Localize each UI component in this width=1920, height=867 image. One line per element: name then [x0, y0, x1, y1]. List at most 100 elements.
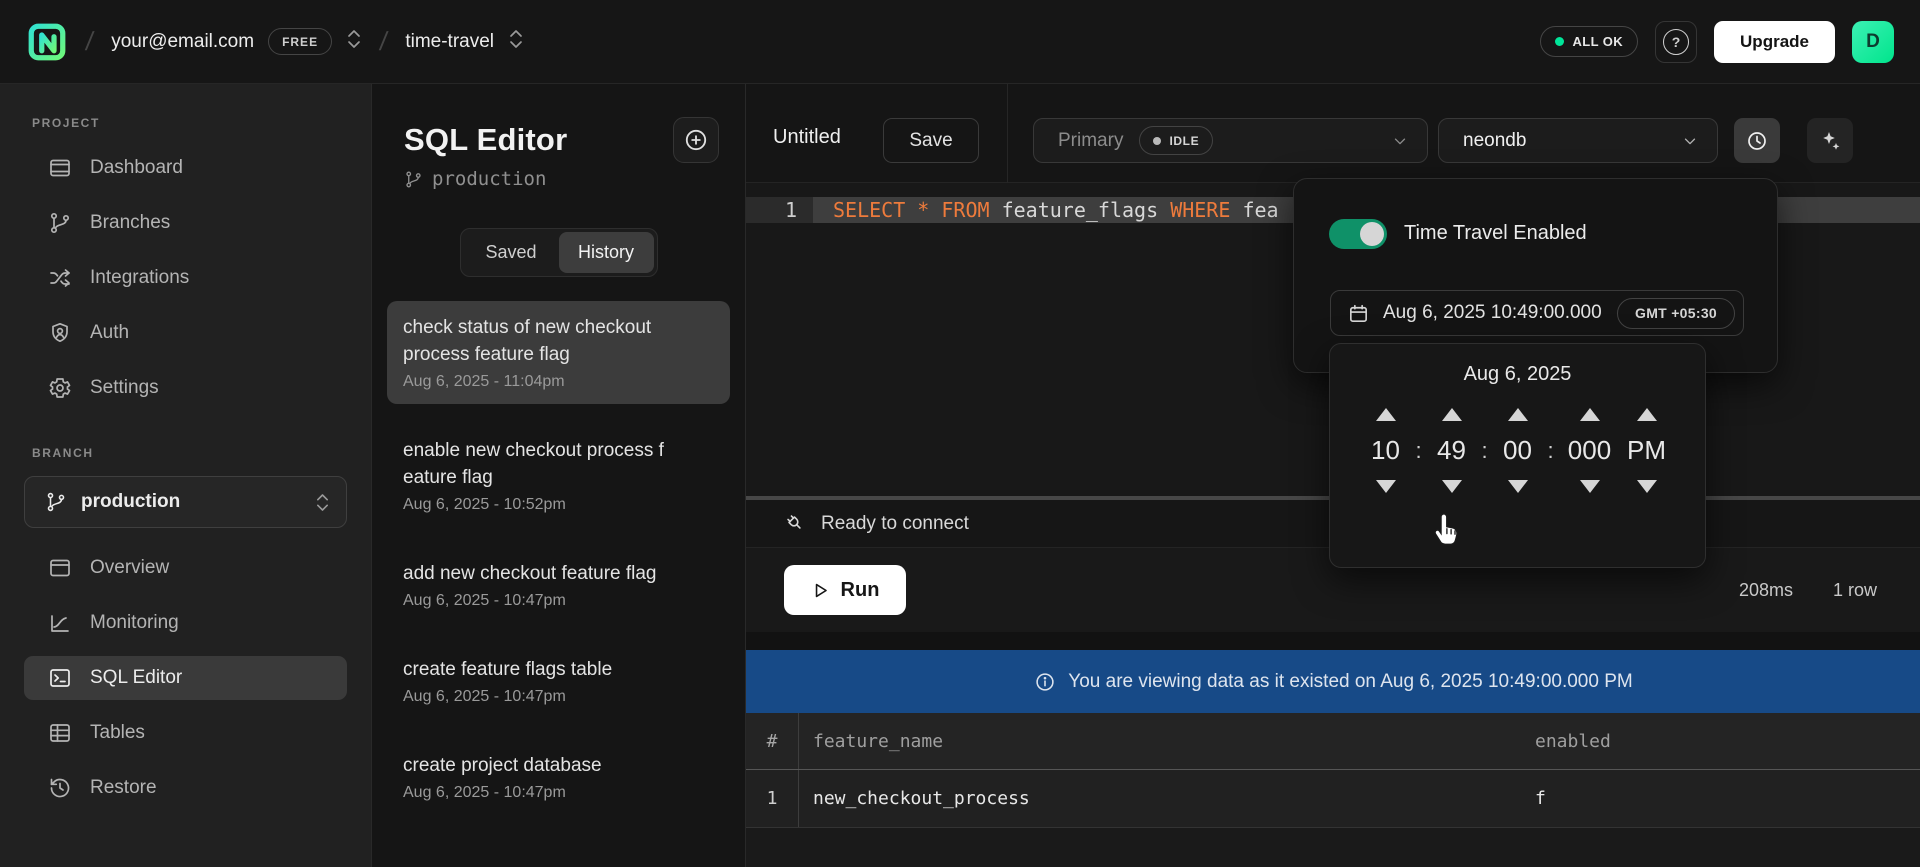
cell-enabled: f [1521, 788, 1920, 809]
code-token: fea [1230, 198, 1278, 222]
mouse-cursor-icon [1428, 510, 1464, 555]
new-query-button[interactable] [673, 117, 719, 163]
sidebar-item-integrations[interactable]: Integrations [24, 256, 347, 300]
sidebar-item-sql-editor[interactable]: SQL Editor [24, 656, 347, 700]
plus-circle-icon [683, 127, 709, 153]
run-button[interactable]: Run [784, 565, 906, 615]
compute-name: Primary [1058, 130, 1123, 152]
breadcrumb-separator: / [378, 26, 390, 57]
compute-select[interactable]: Primary IDLE [1033, 118, 1428, 163]
sidebar-item-branches[interactable]: Branches [24, 201, 347, 245]
sidebar-item-label: Tables [90, 722, 145, 744]
saved-history-tabs: Saved History [460, 228, 658, 277]
code-token: * [917, 198, 929, 222]
clock-history-icon [1745, 129, 1769, 153]
sidebar-item-label: Restore [90, 777, 157, 799]
hour-decrement-arrow-icon[interactable] [1376, 480, 1396, 493]
history-list: check status of new checkout process fea… [387, 301, 730, 815]
code-token [929, 198, 941, 222]
sidebar-item-restore[interactable]: Restore [24, 766, 347, 810]
code-token: FROM [941, 198, 989, 222]
sidebar-item-dashboard[interactable]: Dashboard [24, 146, 347, 190]
database-select[interactable]: neondb [1438, 118, 1718, 163]
panel-branch: production [404, 168, 730, 190]
millisecond-value[interactable]: 000 [1561, 435, 1619, 466]
sparkles-icon [1818, 129, 1842, 153]
meridiem-value[interactable]: PM [1621, 435, 1673, 466]
run-button-label: Run [841, 579, 880, 602]
breadcrumb-separator: / [84, 26, 96, 57]
query-tab-title[interactable]: Untitled [773, 126, 841, 149]
minute-decrement-arrow-icon[interactable] [1442, 480, 1462, 493]
minute-increment-arrow-icon[interactable] [1442, 408, 1462, 421]
panel-branch-label: production [432, 168, 546, 190]
minute-value[interactable]: 49 [1429, 435, 1475, 466]
time-travel-button[interactable] [1734, 118, 1780, 163]
main-area: Untitled Save Primary IDLE neondb [745, 84, 1920, 867]
play-icon [811, 581, 830, 600]
chevron-updown-icon[interactable] [346, 28, 362, 55]
second-increment-arrow-icon[interactable] [1508, 408, 1528, 421]
sidebar-item-settings[interactable]: Settings [24, 366, 347, 410]
sidebar-item-tables[interactable]: Tables [24, 711, 347, 755]
meridiem-increment-arrow-icon[interactable] [1637, 408, 1657, 421]
connection-status-text: Ready to connect [821, 513, 969, 535]
second-decrement-arrow-icon[interactable] [1508, 480, 1528, 493]
toggle-knob [1360, 222, 1384, 246]
millisecond-increment-arrow-icon[interactable] [1580, 408, 1600, 421]
info-icon [1034, 671, 1056, 693]
tab-saved[interactable]: Saved [464, 232, 559, 273]
help-button[interactable]: ? [1655, 21, 1697, 63]
chevron-down-icon [1391, 132, 1409, 150]
branch-icon [45, 491, 67, 513]
code-token: SELECT [833, 198, 905, 222]
upgrade-button[interactable]: Upgrade [1714, 21, 1835, 63]
hour-increment-arrow-icon[interactable] [1376, 408, 1396, 421]
history-item[interactable]: create project database Aug 6, 2025 - 10… [387, 739, 730, 815]
history-item[interactable]: check status of new checkout process fea… [387, 301, 730, 404]
millisecond-decrement-arrow-icon[interactable] [1580, 480, 1600, 493]
monitoring-icon [48, 611, 72, 635]
second-value[interactable]: 00 [1495, 435, 1541, 466]
avatar[interactable]: D [1852, 21, 1894, 63]
branches-icon [48, 211, 72, 235]
sidebar-item-overview[interactable]: Overview [24, 546, 347, 590]
datetime-input[interactable]: Aug 6, 2025 10:49:00.000 GMT +05:30 [1330, 290, 1744, 336]
sidebar-item-label: Overview [90, 557, 169, 579]
column-header-enabled[interactable]: enabled [1521, 731, 1920, 752]
breadcrumb-project[interactable]: time-travel [405, 28, 524, 55]
sidebar-item-auth[interactable]: Auth [24, 311, 347, 355]
column-header-feature-name[interactable]: feature_name [799, 731, 1521, 752]
branch-selector[interactable]: production [24, 476, 347, 528]
history-item[interactable]: enable new checkout process f eature fla… [387, 424, 730, 527]
status-dot-icon [1555, 37, 1564, 46]
database-name: neondb [1463, 130, 1526, 152]
sidebar-item-monitoring[interactable]: Monitoring [24, 601, 347, 645]
tab-history[interactable]: History [559, 232, 654, 273]
compute-status-label: IDLE [1169, 134, 1199, 148]
picker-date-label: Aug 6, 2025 [1330, 363, 1705, 386]
history-item-title: process feature flag [403, 341, 714, 368]
datetime-picker-popup: Aug 6, 2025 10 : 49 : 00 : 000 PM [1329, 343, 1706, 568]
history-item[interactable]: add new checkout feature flag Aug 6, 202… [387, 547, 730, 623]
save-button[interactable]: Save [883, 118, 979, 163]
hour-value[interactable]: 10 [1363, 435, 1409, 466]
idle-dot-icon [1153, 137, 1161, 145]
breadcrumb-account[interactable]: your@email.com FREE [111, 28, 362, 55]
results-table-header: # feature_name enabled [746, 713, 1920, 770]
sidebar: PROJECT Dashboard Branches Integrations … [0, 84, 371, 867]
calendar-icon [1347, 302, 1370, 325]
code-token: WHERE [1170, 198, 1230, 222]
sql-editor-icon [48, 666, 72, 690]
chevron-updown-icon[interactable] [508, 28, 524, 55]
neon-logo-icon[interactable] [26, 21, 68, 63]
table-row[interactable]: 1 new_checkout_process f [746, 770, 1920, 828]
ai-assist-button[interactable] [1807, 118, 1853, 163]
sidebar-item-label: Settings [90, 377, 159, 399]
query-row-count: 1 row [1833, 580, 1877, 601]
time-travel-banner-text: You are viewing data as it existed on Au… [1068, 671, 1632, 693]
status-badge[interactable]: ALL OK [1540, 26, 1638, 57]
history-item[interactable]: create feature flags table Aug 6, 2025 -… [387, 643, 730, 719]
meridiem-decrement-arrow-icon[interactable] [1637, 480, 1657, 493]
time-travel-toggle[interactable] [1329, 219, 1387, 249]
